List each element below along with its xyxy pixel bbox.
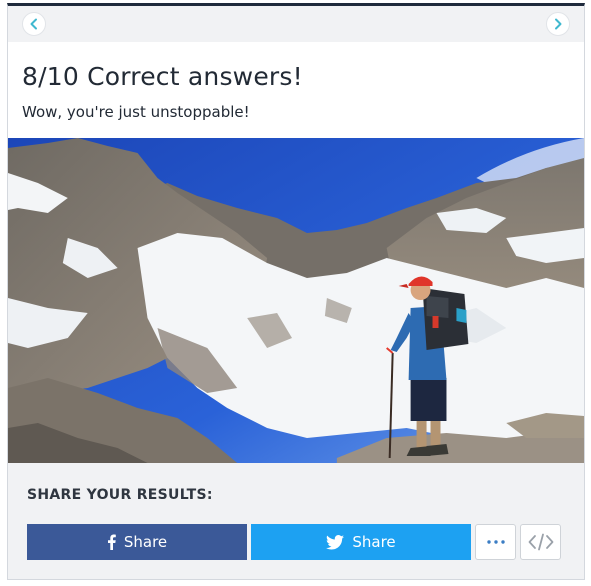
result-header: 8/10 Correct answers! Wow, you're just u…: [8, 42, 584, 138]
chevron-right-icon: [555, 18, 562, 30]
share-heading: SHARE YOUR RESULTS:: [27, 487, 213, 503]
result-subtitle: Wow, you're just unstoppable!: [22, 103, 250, 121]
chevron-left-icon: [30, 18, 37, 30]
twitter-share-button[interactable]: Share: [251, 524, 471, 560]
code-embed-icon: [528, 533, 553, 551]
more-share-options-button[interactable]: [475, 524, 516, 560]
result-image: [8, 138, 584, 463]
facebook-icon: [107, 534, 116, 550]
facebook-share-button[interactable]: Share: [27, 524, 247, 560]
more-dots-icon: [486, 540, 505, 544]
hiker-mountain-photo: [8, 138, 584, 463]
facebook-share-label: Share: [123, 533, 168, 551]
twitter-icon: [326, 534, 345, 550]
next-button[interactable]: [546, 12, 570, 36]
result-title: 8/10 Correct answers!: [22, 62, 303, 91]
previous-button[interactable]: [22, 12, 46, 36]
quiz-result-card: 8/10 Correct answers! Wow, you're just u…: [7, 3, 585, 580]
quiz-navigation: [8, 6, 584, 42]
twitter-share-label: Share: [352, 533, 396, 551]
embed-code-button[interactable]: [520, 524, 561, 560]
